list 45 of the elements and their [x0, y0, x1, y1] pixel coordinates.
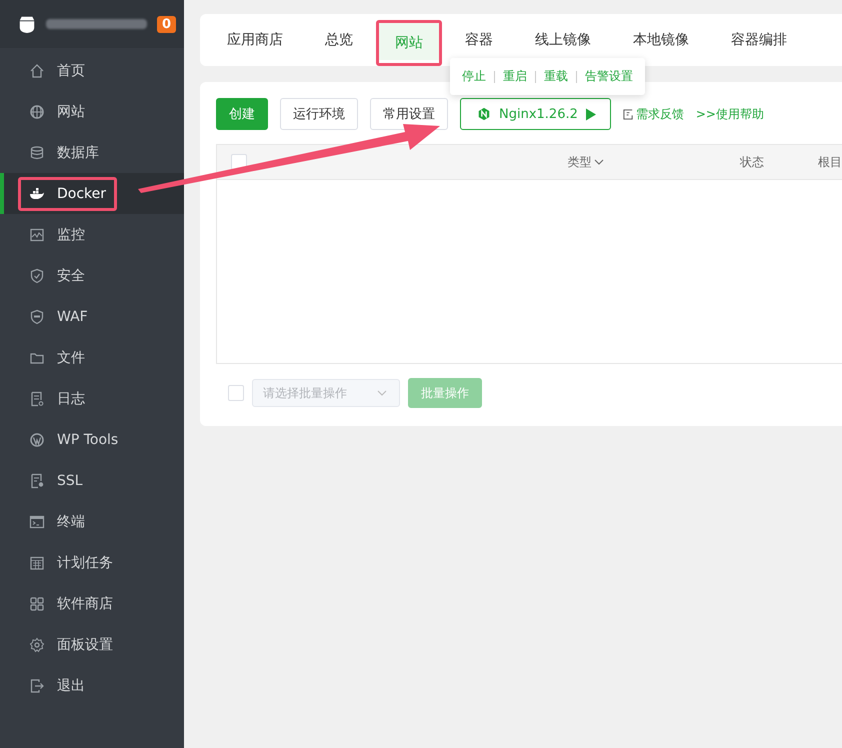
- globe-icon: [29, 104, 45, 120]
- sidebar-item[interactable]: 网站: [0, 91, 184, 132]
- sidebar-item[interactable]: SSL: [0, 460, 184, 501]
- tab[interactable]: 本地镜像: [614, 14, 708, 66]
- sidebar-item[interactable]: 监控: [0, 214, 184, 255]
- document-icon: [29, 390, 45, 406]
- whale-icon: [29, 186, 45, 202]
- grid-icon: [29, 596, 45, 612]
- sidebar-item[interactable]: 计划任务: [0, 542, 184, 583]
- sidebar-item[interactable]: 日志: [0, 378, 184, 419]
- sidebar-item[interactable]: 文件: [0, 337, 184, 378]
- sidebar-item[interactable]: 安全: [0, 255, 184, 296]
- sidebar-item[interactable]: 面板设置: [0, 624, 184, 665]
- toolbar-button[interactable]: 常用设置: [370, 98, 448, 130]
- column-header[interactable]: 状态: [740, 154, 818, 170]
- column-header[interactable]: 根目: [818, 154, 842, 170]
- sidebar-item[interactable]: 软件商店: [0, 583, 184, 624]
- play-icon: [586, 108, 596, 120]
- dropdown-caret-icon: [377, 390, 387, 396]
- column-header[interactable]: 类型: [568, 154, 740, 170]
- tab[interactable]: 容器编排: [712, 14, 806, 66]
- sidebar-item[interactable]: 首页: [0, 50, 184, 91]
- shield-icon: [29, 268, 45, 284]
- sidebar-item[interactable]: 终端: [0, 501, 184, 542]
- logo-icon: [18, 14, 36, 34]
- settings-icon: [29, 636, 45, 652]
- toolbar-button[interactable]: 运行环境: [280, 98, 358, 130]
- certificate-icon: [29, 472, 45, 488]
- tab[interactable]: 总览: [306, 14, 372, 66]
- home-icon: [29, 62, 45, 78]
- logout-icon: [29, 678, 45, 694]
- nginx-icon: [477, 107, 491, 121]
- sidebar-item[interactable]: 退出: [0, 665, 184, 706]
- shield-icon: [29, 308, 45, 324]
- sidebar-item[interactable]: 数据库: [0, 132, 184, 173]
- sidebar-item[interactable]: WP Tools: [0, 419, 184, 460]
- sidebar-item[interactable]: WAF: [0, 296, 184, 337]
- database-icon: [29, 144, 45, 160]
- tab[interactable]: 应用商店: [208, 14, 302, 66]
- chart-icon: [29, 226, 45, 242]
- sidebar-item[interactable]: Docker: [0, 173, 184, 214]
- wordpress-icon: [29, 432, 45, 448]
- terminal-icon: [29, 514, 45, 530]
- edit-icon: [622, 108, 634, 120]
- calendar-icon: [29, 554, 45, 570]
